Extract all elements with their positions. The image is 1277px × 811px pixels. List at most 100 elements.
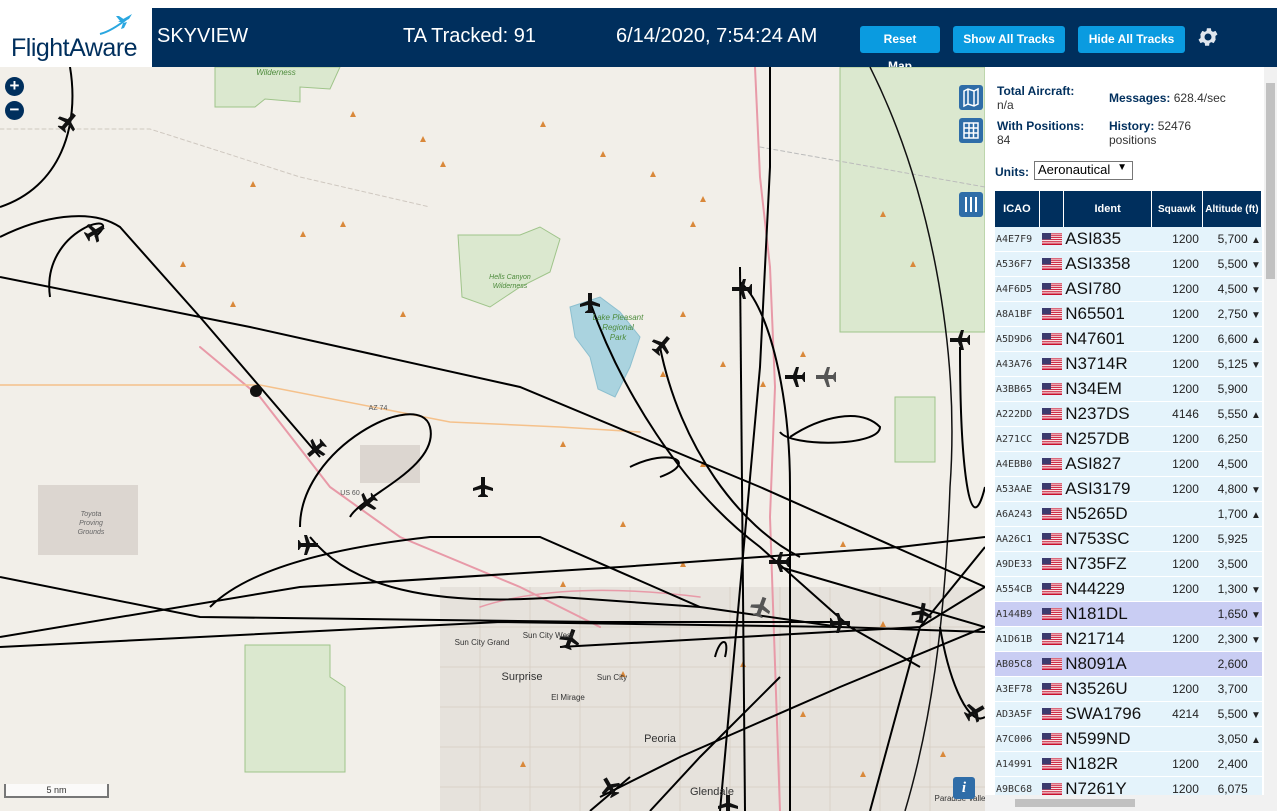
column-header-squawk[interactable]: Squawk [1151,191,1203,227]
ident-cell: N47601 [1064,327,1152,352]
table-row[interactable]: A554CB N44229 1200 1,300 ▼ [995,577,1262,602]
receiver-location-icon [250,385,262,397]
horizontal-scrollbar[interactable] [985,795,1277,811]
flag-cell [1039,277,1065,302]
flag-cell [1039,327,1065,352]
map-canvas[interactable]: Wilderness Hells Canyon Wilderness Lake … [0,67,985,811]
units-select[interactable]: Aeronautical ▼ [1034,161,1133,180]
flag-cell [1039,402,1065,427]
altitude-cell: 4,800 ▼ [1202,477,1262,502]
table-row[interactable]: A7C006 N599ND 3,050 ▲ [995,727,1262,752]
icao-cell: AB05C8 [995,652,1040,677]
table-row[interactable]: AB05C8 N8091A 2,600 [995,652,1262,677]
zoom-out-button[interactable]: − [5,101,24,120]
hide-all-tracks-button[interactable]: Hide All Tracks [1078,26,1185,53]
history-label: History: [1109,119,1155,133]
flag-cell [1039,702,1065,727]
table-row[interactable]: A5D9D6 N47601 1200 6,600 ▲ [995,327,1262,352]
icao-cell: A4F6D5 [995,277,1040,302]
table-row[interactable]: A9DE33 N735FZ 1200 3,500 [995,552,1262,577]
altitude-trend-icon: ▲ [1251,335,1261,346]
squawk-cell: 1200 [1151,577,1203,602]
table-row[interactable]: AA26C1 N753SC 1200 5,925 [995,527,1262,552]
altitude-cell: 3,500 [1202,552,1262,577]
dropdown-arrow-icon: ▼ [1117,162,1127,173]
ident-cell: N182R [1064,752,1152,777]
altitude-cell: 4,500 ▼ [1202,277,1262,302]
units-selected-value: Aeronautical [1038,162,1111,177]
table-row[interactable]: A3EF78 N3526U 1200 3,700 [995,677,1262,702]
icao-cell: A7C006 [995,727,1040,752]
column-header-icao[interactable]: ICAO [995,191,1040,227]
flag-cell [1039,427,1065,452]
altitude-value: 2,400 [1217,757,1248,771]
us-flag-icon [1041,532,1062,545]
squawk-cell: 1200 [1151,627,1203,652]
aircraft-sidebar: Total Aircraft: n/a With Positions: 84 M… [985,67,1277,811]
history-count: History: 52476 positions [1109,119,1191,147]
flag-cell [1039,602,1065,627]
units-label: Units: [995,165,1029,179]
table-row[interactable]: A6A243 N5265D 1,700 ▲ [995,502,1262,527]
column-header-flag[interactable] [1039,191,1065,227]
gear-icon[interactable] [1196,25,1220,49]
altitude-trend-icon: ▲ [1251,735,1261,746]
altitude-cell: 5,500 ▼ [1202,252,1262,277]
table-row[interactable]: A8A1BF N65501 1200 2,750 ▼ [995,302,1262,327]
squawk-cell: 1200 [1151,352,1203,377]
map-layer-button[interactable] [959,85,983,110]
us-flag-icon [1041,657,1062,670]
table-row[interactable]: A4E7F9 ASI835 1200 5,700 ▲ [995,227,1262,252]
aircraft-icon [307,438,327,457]
us-flag-icon [1041,332,1062,345]
us-flag-icon [1041,732,1062,745]
label-proving: Proving [79,520,103,527]
map-view[interactable]: Wilderness Hells Canyon Wilderness Lake … [0,67,985,811]
table-row[interactable]: A43A76 N3714R 1200 5,125 ▼ [995,352,1262,377]
us-flag-icon [1041,432,1062,445]
scrollbar-thumb[interactable] [1266,83,1275,279]
table-row[interactable]: A3BB65 N34EM 1200 5,900 [995,377,1262,402]
ident-cell: N5265D [1064,502,1152,527]
table-row[interactable]: A4EBB0 ASI827 1200 4,500 [995,452,1262,477]
altitude-trend-icon: ▼ [1251,360,1261,371]
info-button[interactable]: i [953,777,975,799]
squawk-cell: 1200 [1151,252,1203,277]
squawk-cell: 1200 [1151,477,1203,502]
map-grid-button[interactable] [959,118,983,143]
label-el-mirage: El Mirage [551,693,585,702]
squawk-cell: 1200 [1151,302,1203,327]
ident-cell: N3714R [1064,352,1152,377]
squawk-cell: 1200 [1151,277,1203,302]
altitude-value: 3,500 [1217,557,1248,571]
toggle-sidebar-button[interactable] [959,192,983,217]
altitude-trend-icon: ▼ [1251,710,1261,721]
ident-cell: N237DS [1064,402,1152,427]
flightaware-logo[interactable]: FlightAware [0,8,152,67]
table-row[interactable]: A14991 N182R 1200 2,400 [995,752,1262,777]
altitude-trend-icon: ▼ [1251,285,1261,296]
flag-cell [1039,377,1065,402]
table-row[interactable]: AD3A5F SWA1796 4214 5,500 ▼ [995,702,1262,727]
show-all-tracks-button[interactable]: Show All Tracks [953,26,1065,53]
table-row[interactable]: A1D61B N21714 1200 2,300 ▼ [995,627,1262,652]
hells-canyon-wilderness [457,226,561,308]
table-row[interactable]: A144B9 N181DL 1,650 ▼ [995,602,1262,627]
column-header-altitude[interactable]: Altitude (ft) [1202,191,1262,227]
scrollbar-thumb[interactable] [1015,799,1135,807]
table-row[interactable]: A222DD N237DS 4146 5,550 ▲ [995,402,1262,427]
altitude-value: 2,300 [1217,632,1248,646]
table-row[interactable]: A4F6D5 ASI780 1200 4,500 ▼ [995,277,1262,302]
total-aircraft: Total Aircraft: n/a [997,84,1074,112]
table-row[interactable]: A536F7 ASI3358 1200 5,500 ▼ [995,252,1262,277]
table-row[interactable]: A271CC N257DB 1200 6,250 [995,427,1262,452]
reset-map-button[interactable]: Reset Map [860,26,940,73]
squawk-cell: 1200 [1151,427,1203,452]
us-flag-icon [1041,382,1062,395]
table-row[interactable]: A53AAE ASI3179 1200 4,800 ▼ [995,477,1262,502]
ident-cell: N599ND [1064,727,1152,752]
column-header-ident[interactable]: Ident [1064,191,1152,227]
park-area-sw [244,644,346,773]
zoom-in-button[interactable]: + [5,77,24,96]
vertical-scrollbar[interactable] [1264,67,1277,795]
